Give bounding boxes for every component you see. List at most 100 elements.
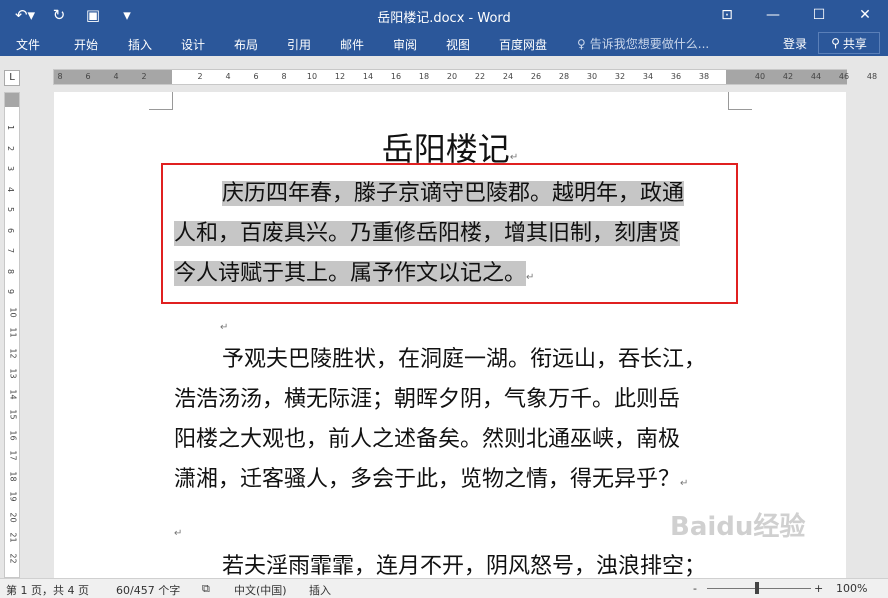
ruler-tick: 18 — [418, 72, 430, 81]
user-icon: ⚲ — [831, 36, 840, 50]
ruler-tick: 3 — [6, 165, 16, 172]
page-count[interactable]: 第 1 页，共 4 页 — [6, 582, 89, 598]
ruler-tick: 10 — [8, 306, 18, 318]
minimize-icon[interactable]: — — [750, 0, 796, 30]
ruler-tick: 24 — [502, 72, 514, 81]
text-line: 潇湘，迁客骚人，多会于此，览物之情，得无异乎？↵ — [174, 467, 689, 492]
ruler-tick: 40 — [754, 72, 766, 81]
ruler-tick: 20 — [446, 72, 458, 81]
horizontal-ruler[interactable]: 8 6 4 2 2 4 6 8 10 12 14 16 18 20 22 24 26 28 30 32 34 36 38 40… — [53, 69, 877, 85]
ruler-tick: 12 — [8, 347, 18, 359]
tab-selector[interactable]: L — [4, 70, 20, 86]
paragraph-2[interactable]: 予观夫巴陵胜状，在洞庭一湖。衔远山，吞长江， 浩浩汤汤，横无际涯；朝晖夕阴，气象… — [174, 340, 729, 504]
zoom-slider-thumb[interactable] — [755, 582, 759, 594]
zoom-in-button[interactable]: + — [814, 582, 823, 595]
ruler-tick: 1 — [6, 124, 16, 131]
ruler-tick: 26 — [530, 72, 542, 81]
ruler-tick: 20 — [8, 511, 18, 523]
tab-insert[interactable]: 插入 — [128, 36, 152, 53]
ruler-tick: 8 — [6, 268, 16, 274]
ruler-tick: 6 — [253, 72, 259, 81]
ruler-tick: 4 — [6, 186, 16, 192]
text-line: 予观夫巴陵胜状，在洞庭一湖。衔远山，吞长江， — [222, 347, 707, 372]
ruler-tick: 16 — [390, 72, 402, 81]
ruler-tick: 4 — [113, 72, 119, 81]
ruler-tick: 11 — [8, 327, 18, 338]
ruler-tick: 6 — [6, 227, 16, 233]
paragraph-mark: ↵ — [509, 152, 519, 163]
title-bar: ↶▾ ↻ ▣ ▾ 岳阳楼记.docx - Word ⊡ — ☐ ✕ — [0, 0, 888, 30]
ruler-tick: 22 — [474, 72, 486, 81]
ruler-tick: 42 — [782, 72, 794, 81]
ribbon-tabs: 文件 开始 插入 设计 布局 引用 邮件 审阅 视图 百度网盘 ♀ 告诉我您想要… — [0, 30, 888, 56]
ruler-tick: 9 — [6, 288, 16, 295]
ruler-tick: 48 — [866, 72, 878, 81]
ruler-tick: 36 — [670, 72, 682, 81]
baidu-watermark: Baidu经验 — [670, 512, 806, 542]
lightbulb-icon: ♀ — [577, 36, 586, 51]
vertical-ruler[interactable]: 1 2 3 4 5 6 7 8 9 10 11 12 13 14 15 16 17 18 19 20 21 22 — [4, 92, 20, 578]
empty-paragraph: ↵ — [220, 322, 229, 333]
ruler-tick: 28 — [558, 72, 570, 81]
paragraph-3[interactable]: 若夫淫雨霏霏，连月不开，阴风怒号，浊浪排空； — [174, 547, 729, 578]
ruler-tick: 8 — [57, 72, 63, 81]
tab-baidu-netdisk[interactable]: 百度网盘 — [499, 36, 547, 53]
tab-file[interactable]: 文件 — [16, 36, 40, 53]
zoom-level[interactable]: 100% — [836, 582, 867, 595]
ribbon-display-icon[interactable]: ⊡ — [704, 0, 750, 30]
zoom-slider[interactable] — [707, 588, 811, 589]
ruler-tick: 6 — [85, 72, 91, 81]
tab-mailings[interactable]: 邮件 — [340, 36, 364, 53]
top-margin-shade — [5, 93, 19, 107]
login-link[interactable]: 登录 — [783, 35, 807, 52]
word-count[interactable]: 60/457 个字 — [116, 582, 180, 598]
proofing-icon[interactable]: ⧉ — [202, 582, 210, 596]
document-page[interactable]: 岳阳楼记↵ 庆历四年春，滕子京谪守巴陵郡。越明年，政通 人和，百废具兴。乃重修岳… — [54, 92, 846, 578]
zoom-out-button[interactable]: - — [693, 582, 697, 595]
language[interactable]: 中文(中国) — [234, 582, 287, 598]
ruler-tick: 13 — [8, 368, 18, 379]
share-label: 共享 — [842, 36, 867, 51]
tab-view[interactable]: 视图 — [446, 36, 470, 53]
tab-layout[interactable]: 布局 — [234, 36, 258, 53]
ruler-tick: 10 — [306, 72, 318, 81]
ruler-tick: 32 — [614, 72, 626, 81]
maximize-icon[interactable]: ☐ — [796, 0, 842, 30]
ruler-tick: 21 — [8, 532, 18, 543]
ruler-tick: 17 — [8, 450, 18, 461]
ruler-tick: 5 — [6, 206, 16, 213]
crop-mark — [149, 92, 173, 110]
ruler-tick: 7 — [6, 247, 16, 254]
ruler-tick: 22 — [8, 552, 18, 564]
tab-references[interactable]: 引用 — [287, 36, 311, 53]
ruler-tick: 19 — [8, 491, 18, 502]
text-line: 若夫淫雨霏霏，连月不开，阴风怒号，浊浪排空； — [222, 554, 707, 578]
insert-mode[interactable]: 插入 — [309, 582, 331, 598]
ruler-tick: 38 — [698, 72, 710, 81]
selection-highlight-box — [161, 163, 738, 304]
empty-paragraph: ↵ — [174, 528, 183, 539]
tab-design[interactable]: 设计 — [181, 36, 205, 53]
tab-review[interactable]: 审阅 — [393, 36, 417, 53]
status-bar: 第 1 页，共 4 页 60/457 个字 ⧉ 中文(中国) 插入 - + 10… — [0, 578, 888, 598]
close-icon[interactable]: ✕ — [842, 0, 888, 30]
ruler-tick: 30 — [586, 72, 598, 81]
tell-me-placeholder: 告诉我您想要做什么... — [589, 37, 710, 51]
text-line: 浩浩汤汤，横无际涯；朝晖夕阴，气象万千。此则岳 — [174, 387, 681, 412]
ruler-tick: 18 — [8, 470, 18, 482]
ruler-tick: 14 — [8, 388, 18, 400]
text-line: 阳楼之大观也，前人之述备矣。然则北通巫峡，南极 — [174, 427, 681, 452]
ruler-tick: 2 — [6, 145, 16, 151]
tell-me-box[interactable]: ♀ 告诉我您想要做什么... — [577, 35, 709, 52]
share-button[interactable]: ⚲ 共享 — [818, 32, 880, 54]
ruler-tick: 8 — [281, 72, 287, 81]
ruler-tick: 16 — [8, 429, 18, 441]
ruler-tick: 46 — [838, 72, 850, 81]
crop-mark — [728, 92, 752, 110]
ruler-tick: 14 — [362, 72, 374, 81]
ruler-tick: 15 — [8, 409, 18, 420]
ruler-tick: 2 — [197, 72, 203, 81]
ruler-tick: 44 — [810, 72, 822, 81]
tab-home[interactable]: 开始 — [74, 36, 98, 53]
ruler-tick: 2 — [141, 72, 147, 81]
